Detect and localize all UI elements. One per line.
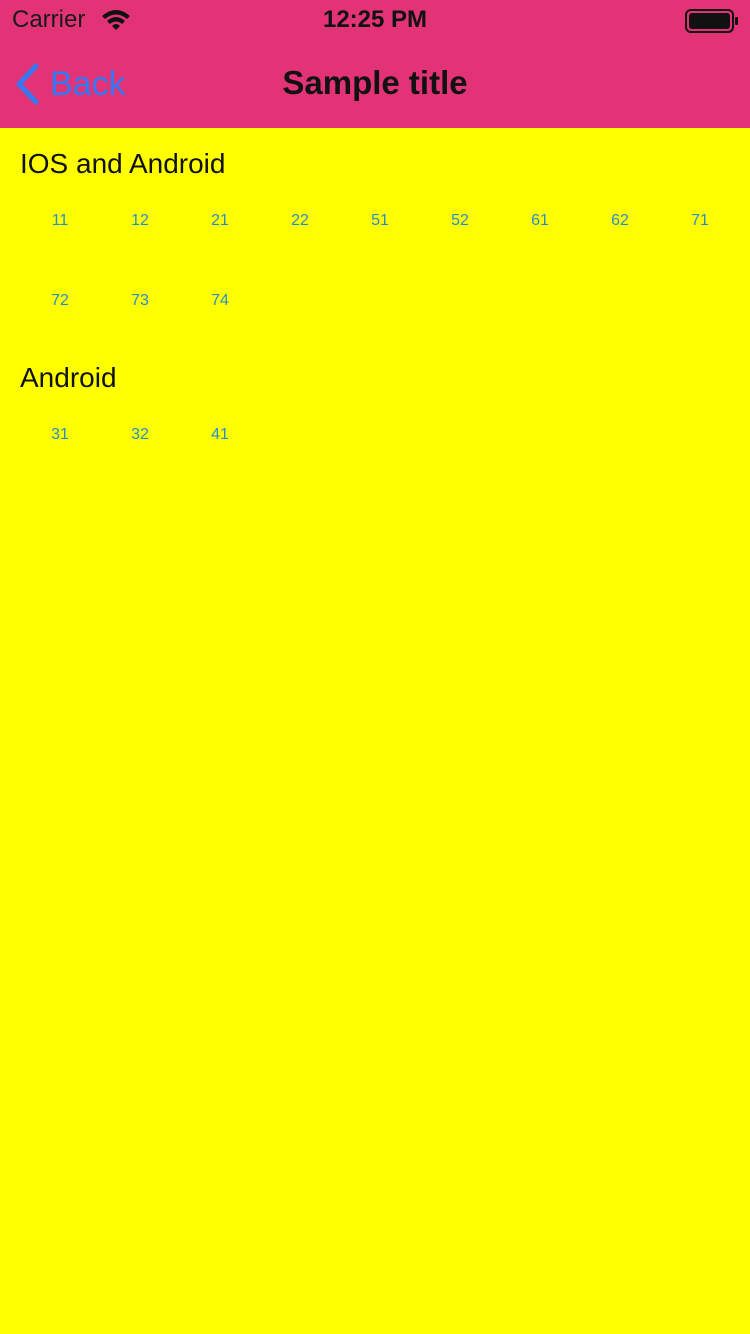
grid-item[interactable]: 71 (660, 212, 740, 292)
grid-ios-android: 11 12 21 22 51 52 61 62 71 72 73 74 (20, 212, 740, 372)
grid-item[interactable]: 51 (340, 212, 420, 292)
grid-item[interactable]: 22 (260, 212, 340, 292)
grid-item[interactable]: 11 (20, 212, 100, 292)
section-title-android: Android (20, 362, 117, 393)
grid-item[interactable]: 74 (180, 292, 260, 372)
page-title: Sample title (282, 64, 468, 101)
navigation-bar: Back Sample title (0, 40, 750, 128)
grid-item[interactable]: 31 (20, 426, 100, 506)
grid-item[interactable]: 73 (100, 292, 180, 372)
status-bar: Carrier 12:25 PM (0, 0, 750, 40)
grid-item[interactable]: 52 (420, 212, 500, 292)
section-title-ios-android: IOS and Android (20, 148, 226, 179)
grid-android: 31 32 41 (20, 426, 740, 506)
grid-item[interactable]: 32 (100, 426, 180, 506)
battery-icon (685, 9, 738, 33)
grid-item[interactable]: 21 (180, 212, 260, 292)
grid-item[interactable]: 72 (20, 292, 100, 372)
status-time: 12:25 PM (322, 6, 428, 33)
grid-item[interactable]: 12 (100, 212, 180, 292)
grid-item[interactable]: 62 (580, 212, 660, 292)
header: Carrier 12:25 PM Back Sample title (0, 0, 750, 128)
grid-item[interactable]: 41 (180, 426, 260, 506)
grid-item[interactable]: 61 (500, 212, 580, 292)
